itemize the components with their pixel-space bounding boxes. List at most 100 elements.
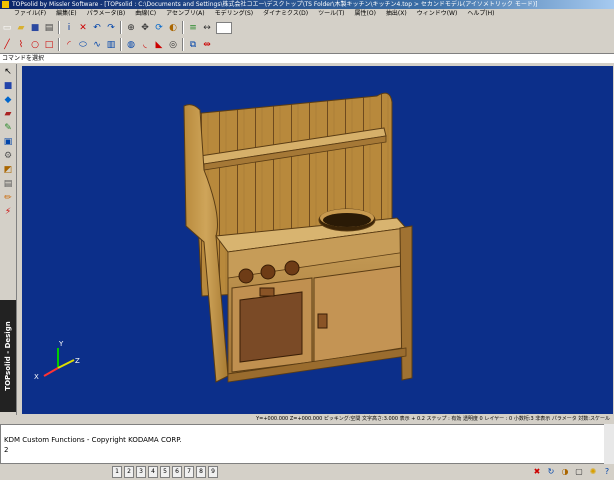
menu-item-0[interactable]: ファイル(F) [0,9,51,19]
knob-2 [260,264,276,280]
axis-label-z: Z [75,357,80,365]
rebuild-icon[interactable]: ↻ [546,467,556,477]
pencil-icon[interactable]: ✏ [2,192,14,204]
select-icon[interactable]: ↖ [2,66,14,78]
color-picker[interactable] [216,21,232,34]
arc-icon[interactable]: ◜ [63,39,75,51]
kitchen-model: Y Z X [34,92,413,383]
mirror-icon[interactable]: ⇹ [201,39,213,51]
help-icon[interactable]: ? [602,467,612,477]
solid-icon[interactable]: ■ [2,80,14,92]
save-icon[interactable]: ■ [29,22,41,34]
toolbar-separator [58,38,60,51]
undo-icon[interactable]: ↶ [91,22,103,34]
stop-icon[interactable]: ✖ [532,467,542,477]
shape-icon[interactable]: ◆ [2,94,14,106]
zoom-icon[interactable]: ⊕ [125,22,137,34]
rotate-view-icon[interactable]: ⟳ [153,22,165,34]
info-icon[interactable]: i [63,22,75,34]
toolbar-separator [182,38,184,51]
measure-icon[interactable]: ↔ [201,22,213,34]
hole-icon[interactable]: ◎ [167,39,179,51]
knob-1 [238,268,254,284]
polyline-icon[interactable]: ⌇ [15,39,27,51]
page-tab-6[interactable]: 6 [172,466,182,478]
menu-item-10[interactable]: ウィンドウ(W) [412,9,463,19]
delete-icon[interactable]: ✕ [77,22,89,34]
console-scrollbar[interactable] [604,424,614,464]
shaded-view-icon[interactable]: ◑ [560,467,570,477]
pan-icon[interactable]: ✥ [139,22,151,34]
knob-3 [284,260,300,276]
brand-label: TOPsolid - Design [4,321,12,391]
menu-item-6[interactable]: ダイナミクス(D) [258,9,313,19]
page-tab-1[interactable]: 1 [112,466,122,478]
window-title: TOPsolid by Missler Software - [TOPsolid… [12,1,538,8]
toolbar-separator [58,21,60,34]
line-icon[interactable]: ╱ [1,39,13,51]
page-tab-2[interactable]: 2 [124,466,134,478]
menu-item-5[interactable]: モデリング(S) [210,9,259,19]
menu-item-1[interactable]: 編集(E) [51,9,81,19]
oven-window [239,291,303,363]
3d-viewport[interactable]: Y Z X [22,66,613,414]
toolbar-standard: ▭ ▰ ■ ▤ i ✕ ↶ ↷ ⊕ ✥ ⟳ ◐ ≡ ↔ [0,19,614,36]
cabinet-knob [317,313,328,329]
surface-icon[interactable]: ▰ [2,108,14,120]
page-tab-3[interactable]: 3 [136,466,146,478]
menu-item-4[interactable]: アセンブリ(A) [161,9,210,19]
menu-item-9[interactable]: 抽出(X) [381,9,412,19]
page-tab-9[interactable]: 9 [208,466,218,478]
brand-strip: TOPsolid - Design [0,300,16,412]
print-icon[interactable]: ▤ [43,22,55,34]
rectangle-icon[interactable]: □ [43,39,55,51]
extrude-icon[interactable]: ▥ [105,39,117,51]
fillet-icon[interactable]: ◟ [139,39,151,51]
axis-label-x: X [34,373,39,381]
ellipse-icon[interactable]: ⬭ [77,39,89,51]
output-console: KDM Custom Functions - Copyright KODAMA … [0,424,610,464]
menu-item-2[interactable]: パラメータ(B) [82,9,131,19]
assembly-icon[interactable]: ⚙ [2,150,14,162]
app-icon [2,1,9,8]
console-line-2: 2 [4,446,9,454]
menu-item-8[interactable]: 属性(O) [350,9,381,19]
status-bar: Y=+000.000 Z=+000.000 ピッキング:空間 文字高さ:3.00… [0,415,614,424]
page-tab-5[interactable]: 5 [160,466,170,478]
command-prompt: コマンドを選択 [0,53,614,63]
menu-bar: ファイル(F) 編集(E) パラメータ(B) 曲線(C) アセンブリ(A) モデリング(S… [0,9,614,19]
toolbar-separator [120,21,122,34]
spline-icon[interactable]: ∿ [91,39,103,51]
toolbar-separator [182,21,184,34]
toolbar-separator [120,38,122,51]
axis-triad: Y Z X [34,340,80,381]
open-folder-icon[interactable]: ▰ [15,22,27,34]
toolbar-drawing: ╱ ⌇ ○ □ ◜ ⬭ ∿ ▥ ◍ ◟ ◣ ◎ ⧉ ⇹ [0,36,614,53]
boolean-icon[interactable]: ⧉ [187,39,199,51]
draft-icon[interactable]: ▤ [2,178,14,190]
page-tab-8[interactable]: 8 [196,466,206,478]
menu-item-3[interactable]: 曲線(C) [130,9,161,19]
redo-icon[interactable]: ↷ [105,22,117,34]
part-icon[interactable]: ▣ [2,136,14,148]
page-tab-7[interactable]: 7 [184,466,194,478]
page-tab-4[interactable]: 4 [148,466,158,478]
new-file-icon[interactable]: ▭ [1,22,13,34]
revolve-icon[interactable]: ◍ [125,39,137,51]
chamfer-icon[interactable]: ◣ [153,39,165,51]
menu-item-11[interactable]: ヘルプ(H) [462,9,499,19]
circle-icon[interactable]: ○ [29,39,41,51]
menu-item-7[interactable]: ツール(T) [313,9,349,19]
wireframe-icon[interactable]: ▢ [574,467,584,477]
bottom-bar: 1 2 3 4 5 6 7 8 9 ✖ ↻ ◑ ▢ ✺? [0,464,614,480]
light-icon[interactable]: ✺ [588,467,598,477]
weld-icon[interactable]: ⚡ [2,206,14,218]
axis-label-y: Y [58,340,64,348]
console-line-1: KDM Custom Functions - Copyright KODAMA … [4,436,182,444]
sheet-metal-icon[interactable]: ◩ [2,164,14,176]
sketch-icon[interactable]: ✎ [2,122,14,134]
title-bar: TOPsolid by Missler Software - [TOPsolid… [0,0,614,9]
shading-icon[interactable]: ◐ [167,22,179,34]
oven-handle [259,287,275,297]
layer-icon[interactable]: ≡ [187,22,199,34]
